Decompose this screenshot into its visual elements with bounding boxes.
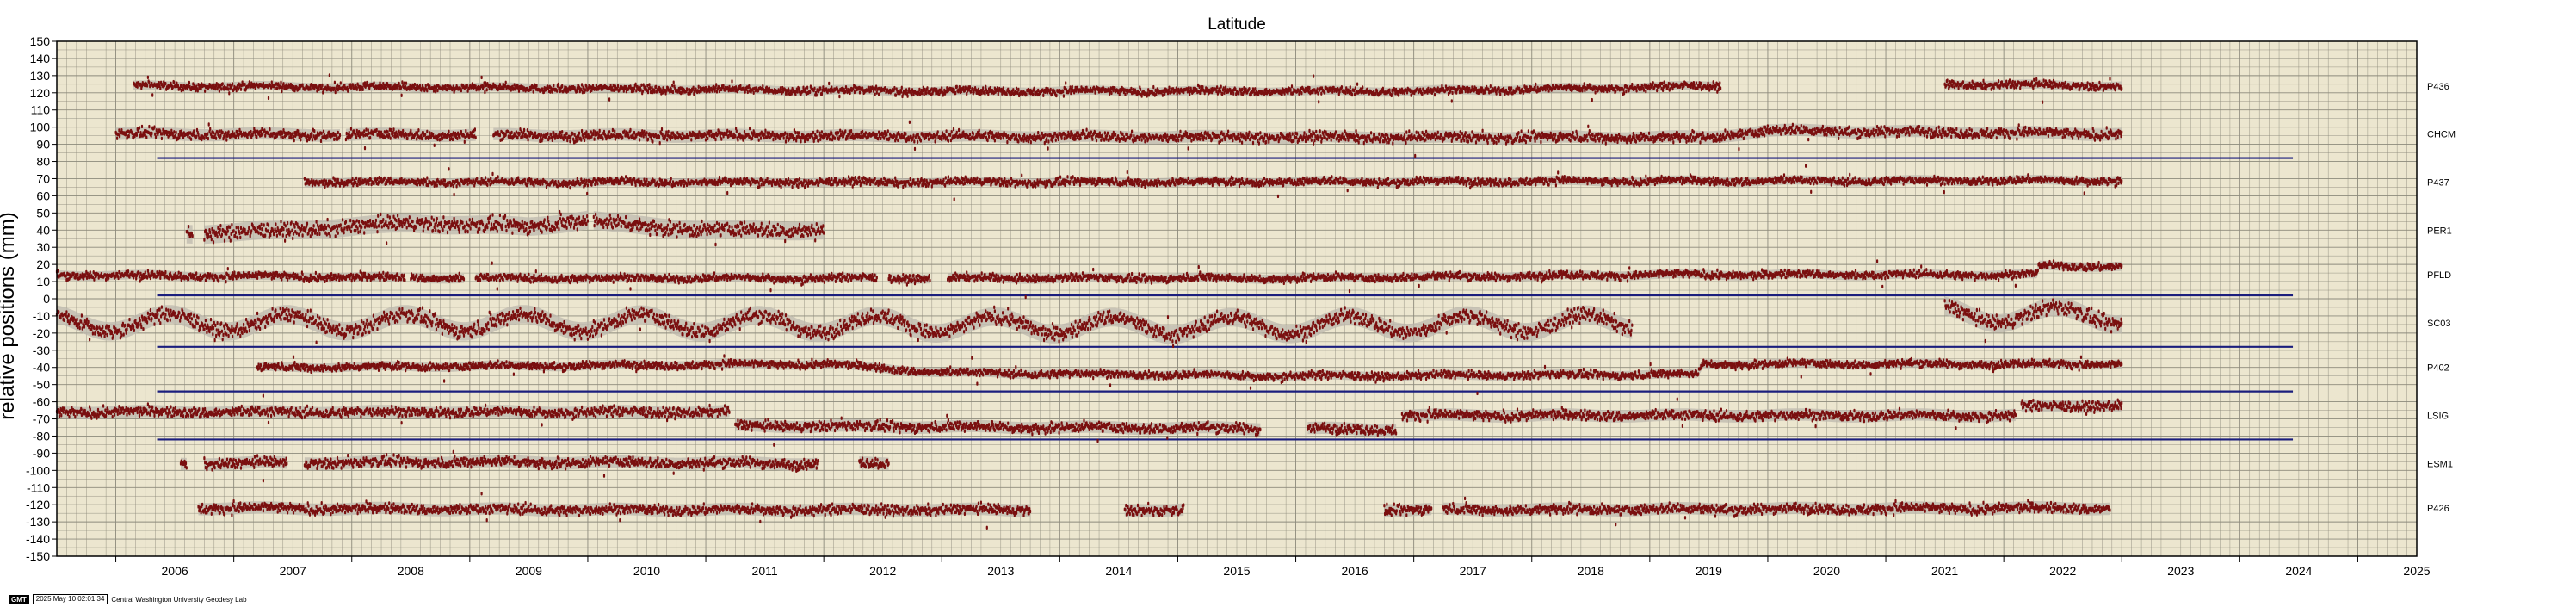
x-tick-label: 2012	[869, 564, 896, 578]
y-tick-label: 20	[36, 257, 50, 271]
y-tick-label: -50	[33, 378, 50, 392]
y-tick-label: -120	[26, 498, 50, 511]
x-tick-label: 2018	[1578, 564, 1604, 578]
station-label-lsig: LSIG	[2427, 412, 2449, 422]
y-tick-label: -90	[33, 446, 50, 460]
x-tick-label: 2023	[2167, 564, 2194, 578]
station-label-chcm: CHCM	[2427, 130, 2456, 140]
timestamp-label: 2025 May 10 02:01:34	[32, 594, 108, 604]
x-tick-label: 2024	[2285, 564, 2312, 578]
station-label-p426: P426	[2427, 504, 2449, 514]
y-tick-label: -80	[33, 429, 50, 443]
x-tick-label: 2025	[2403, 564, 2430, 578]
y-tick-label: 60	[36, 189, 50, 202]
gmt-logo: GMT	[9, 594, 29, 604]
chart-footer: GMT 2025 May 10 02:01:34 Central Washing…	[9, 594, 247, 604]
y-tick-label: 100	[30, 121, 51, 134]
y-tick-label: 80	[36, 155, 50, 169]
y-tick-label: -150	[26, 549, 50, 563]
y-tick-label: -40	[33, 361, 50, 375]
x-tick-label: 2017	[1460, 564, 1486, 578]
x-tick-label: 2009	[516, 564, 542, 578]
y-tick-label: 140	[30, 52, 51, 65]
y-tick-label: 120	[30, 86, 51, 100]
y-tick-label: -140	[26, 532, 50, 546]
y-tick-label: -30	[33, 344, 50, 357]
position-timeseries-chart: Latitude relative positions (mm) 150 140 1…	[0, 15, 2456, 578]
station-label-p437: P437	[2427, 177, 2449, 188]
x-tick-label: 2021	[1931, 564, 1958, 578]
y-tick-label: 30	[36, 240, 50, 254]
y-tick-label: -110	[27, 480, 50, 494]
y-tick-label: 90	[36, 138, 50, 152]
station-label-per1: PER1	[2427, 226, 2452, 236]
y-tick-label: 150	[30, 34, 51, 48]
y-tick-label: -10	[33, 309, 50, 323]
y-tick-label: 0	[43, 292, 50, 306]
x-tick-label: 2007	[280, 564, 306, 578]
y-tick-label: 50	[36, 206, 50, 220]
y-tick-label: -70	[33, 412, 50, 426]
x-tick-label: 2013	[987, 564, 1014, 578]
y-tick-label: 110	[31, 103, 51, 117]
credit-label: Central Washington University Geodesy La…	[111, 595, 247, 604]
x-tick-label: 2022	[2049, 564, 2076, 578]
y-tick-label: -60	[33, 395, 50, 409]
station-label-sc03: SC03	[2427, 319, 2451, 329]
x-tick-label: 2008	[398, 564, 424, 578]
x-tick-label: 2016	[1342, 564, 1368, 578]
x-tick-label: 2014	[1105, 564, 1132, 578]
y-tick-label: 40	[36, 223, 50, 237]
x-tick-label: 2019	[1696, 564, 1722, 578]
x-tick-label: 2015	[1223, 564, 1250, 578]
y-axis-label: relative positions (mm)	[0, 212, 19, 419]
x-tick-label: 2020	[1813, 564, 1840, 578]
y-tick-label: 10	[36, 275, 50, 288]
station-label-p436: P436	[2427, 82, 2449, 92]
station-labels: P436 CHCM P437 PER1 PFLD SC03 P402 LSIG ESM1 P426	[2427, 82, 2456, 514]
chart-title: Latitude	[1208, 15, 1266, 34]
station-label-p402: P402	[2427, 363, 2449, 374]
x-tick-label: 2011	[752, 564, 778, 578]
x-tick-label: 2006	[162, 564, 188, 578]
y-tick-label: -20	[33, 326, 50, 340]
y-tick-label: -100	[26, 463, 50, 477]
y-tick-label: -130	[26, 515, 50, 529]
station-label-pfld: PFLD	[2427, 270, 2451, 281]
station-label-esm1: ESM1	[2427, 459, 2453, 469]
y-tick-label: 130	[30, 69, 51, 83]
x-tick-label: 2010	[633, 564, 660, 578]
y-tick-label: 70	[36, 171, 50, 185]
